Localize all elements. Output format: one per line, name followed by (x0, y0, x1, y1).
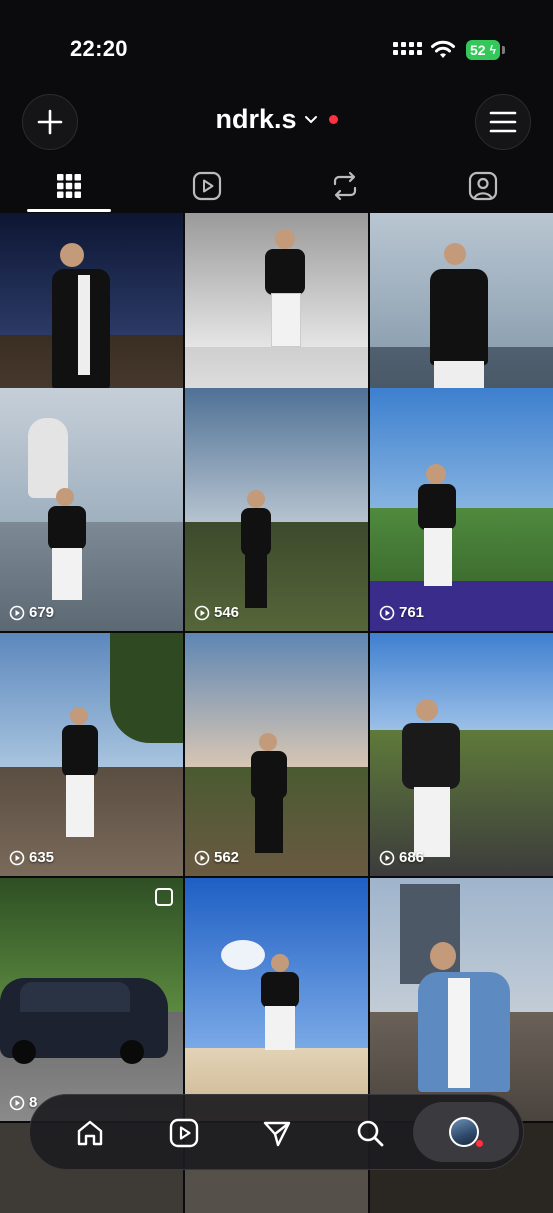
tab-reels[interactable] (138, 160, 276, 212)
reels-icon (169, 1118, 199, 1148)
post-tile[interactable] (370, 878, 553, 1121)
view-count: 546 (194, 604, 239, 621)
nav-reels[interactable] (164, 1113, 204, 1153)
grid-icon (57, 174, 81, 198)
wifi-icon (431, 40, 455, 58)
status-time: 22:20 (70, 36, 128, 61)
status-bar: 22:20 52 ϟ (0, 0, 553, 90)
send-icon (263, 1121, 291, 1147)
post-tile[interactable]: 679 (0, 388, 183, 631)
play-views-icon (9, 605, 25, 620)
view-count-value: 679 (29, 604, 55, 621)
view-count-value: 761 (399, 604, 425, 621)
bottom-navigation (29, 1094, 524, 1170)
reels-icon (192, 171, 222, 201)
active-tab-indicator (27, 209, 111, 212)
play-views-icon (9, 850, 25, 865)
play-views-icon (9, 1095, 25, 1110)
play-views-icon (194, 605, 210, 620)
post-tile[interactable]: 8 (0, 878, 183, 1121)
play-views-icon (194, 850, 210, 865)
view-count-value: 686 (399, 849, 425, 866)
post-tile[interactable]: 761 (370, 388, 553, 631)
hamburger-menu-icon (489, 111, 517, 133)
view-count-value: 546 (214, 604, 240, 621)
tab-grid[interactable] (0, 160, 138, 212)
profile-username: ndrk.s (215, 104, 297, 134)
tagged-icon (468, 171, 498, 201)
battery-tip (502, 46, 505, 54)
post-tile[interactable]: 635 (0, 633, 183, 876)
nav-search[interactable] (350, 1113, 390, 1153)
play-views-icon (379, 850, 395, 865)
tab-reposts[interactable] (276, 160, 414, 212)
view-count: 8 (9, 1094, 37, 1111)
tab-tagged[interactable] (414, 160, 552, 212)
post-tile[interactable] (185, 878, 368, 1121)
view-count-value: 562 (214, 849, 240, 866)
view-count: 686 (379, 849, 424, 866)
battery-level: 52 (470, 42, 486, 58)
profile-tabs (0, 160, 553, 212)
view-count-value: 635 (29, 849, 55, 866)
post-tile[interactable]: 562 (185, 633, 368, 876)
menu-button[interactable] (475, 94, 531, 150)
home-icon (77, 1120, 103, 1146)
battery-icon: 52 ϟ (466, 40, 500, 60)
search-icon (357, 1120, 384, 1147)
account-switcher[interactable]: ndrk.s (0, 104, 553, 135)
view-count: 679 (9, 604, 54, 621)
repost-icon (333, 171, 357, 201)
nav-home[interactable] (70, 1113, 110, 1153)
chevron-down-icon (304, 115, 317, 123)
nav-messages[interactable] (257, 1113, 297, 1153)
view-count: 761 (379, 604, 424, 621)
post-tile[interactable]: 686 (370, 633, 553, 876)
post-tile[interactable]: 546 (185, 388, 368, 631)
carousel-icon (155, 888, 173, 906)
view-count: 635 (9, 849, 54, 866)
play-views-icon (379, 605, 395, 620)
profile-avatar[interactable] (449, 1117, 479, 1147)
view-count: 562 (194, 849, 239, 866)
notification-dot (328, 115, 338, 124)
cellular-signal-icon (393, 40, 423, 60)
notification-dot (476, 1140, 483, 1147)
